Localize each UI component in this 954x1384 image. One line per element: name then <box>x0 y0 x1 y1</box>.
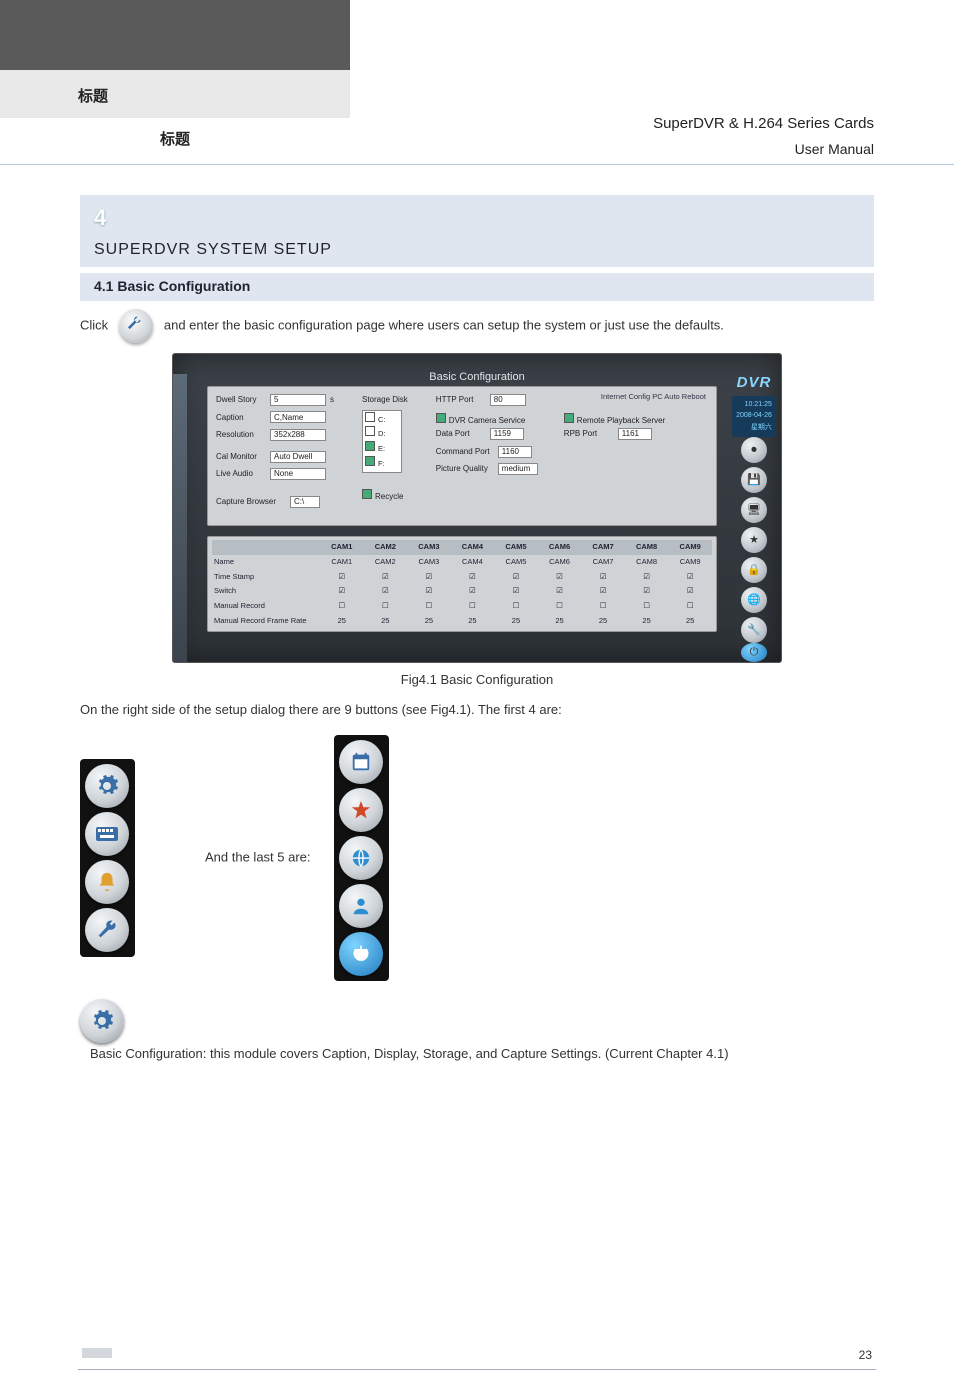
disk-icon[interactable]: 💾 <box>741 467 767 493</box>
header-label-1: 标题 <box>78 85 108 106</box>
dvr-service-check[interactable]: DVR Camera Service <box>436 413 538 428</box>
dwell-label: Dwell Story <box>216 393 266 407</box>
shot-tabs: Internet Config PC Auto Reboot <box>601 391 706 404</box>
drive-e[interactable]: E: <box>365 441 399 456</box>
shot-camera-grid: CAM1CAM2CAM3CAM4CAM5CAM6CAM7CAM8CAM9Name… <box>207 536 717 632</box>
brand-subtitle: User Manual <box>653 137 874 162</box>
prose-p3: Basic Configuration: this module covers … <box>90 1046 729 1061</box>
star2-icon <box>339 788 383 832</box>
globe2-icon <box>339 836 383 880</box>
capbrowse-field[interactable]: C:\ <box>290 496 320 508</box>
gear-icon <box>85 764 129 808</box>
calmon-label: Cal Monitor <box>216 450 266 464</box>
wrench-icon <box>119 309 153 343</box>
globe-icon[interactable]: 🌐 <box>741 587 767 613</box>
chapter-number: 4 <box>94 199 860 236</box>
drive-d[interactable]: D: <box>365 426 399 441</box>
liveaudio-label: Live Audio <box>216 467 266 481</box>
recycle-check[interactable]: Recycle <box>362 489 408 504</box>
resolution-label: Resolution <box>216 428 266 442</box>
section-heading: 4.1 Basic Configuration <box>80 273 874 301</box>
wrench2-icon <box>85 908 129 952</box>
rpbport-label: RPB Port <box>564 427 614 441</box>
calendar-icon <box>339 740 383 784</box>
picqual-label: Picture Quality <box>436 462 494 476</box>
http-label: HTTP Port <box>436 393 486 407</box>
section-title: 4.1 Basic Configuration <box>94 275 250 299</box>
capbrowse-label: Capture Browser <box>216 495 286 509</box>
lock-icon[interactable]: 🔒 <box>741 557 767 583</box>
figure-caption: Fig4.1 Basic Configuration <box>80 669 874 691</box>
resolution-field[interactable]: 352x288 <box>270 429 326 441</box>
section-intro: Click and enter the basic configuration … <box>80 309 874 343</box>
dataport-field[interactable]: 1159 <box>490 428 524 440</box>
keyboard-icon <box>85 812 129 856</box>
prose-p1: On the right side of the setup dialog th… <box>80 699 874 721</box>
drive-f[interactable]: F: <box>365 456 399 471</box>
page-number: 23 <box>859 1348 872 1362</box>
gear-standalone-icon <box>80 999 124 1043</box>
wrench-side-icon[interactable]: 🔧 <box>741 617 767 643</box>
dwell-field[interactable]: 5 <box>270 394 326 406</box>
basic-config-screenshot: Basic Configuration Internet Config PC A… <box>172 353 782 663</box>
intro-prefix: Click <box>80 317 115 332</box>
http-field[interactable]: 80 <box>490 394 526 406</box>
star-icon[interactable]: ★ <box>741 527 767 553</box>
footer-block <box>82 1348 112 1358</box>
picqual-field[interactable]: medium <box>498 463 538 475</box>
caption-label: Caption <box>216 411 266 425</box>
cmdport-field[interactable]: 1160 <box>498 446 532 458</box>
power-icon[interactable]: ⏻ <box>741 643 767 662</box>
brand-title: SuperDVR & H.264 Series Cards <box>653 110 874 137</box>
dwell-unit: s <box>330 393 334 407</box>
rpbport-field[interactable]: 1161 <box>618 428 652 440</box>
dataport-label: Data Port <box>436 427 486 441</box>
bell-icon <box>85 860 129 904</box>
calmon-field[interactable]: Auto Dwell <box>270 451 326 463</box>
header-label-2: 标题 <box>160 128 190 149</box>
dvr-logo: DVR <box>737 370 772 396</box>
screen-icon[interactable]: 🖥 <box>741 497 767 523</box>
icon-stack-2 <box>334 735 389 981</box>
remote-service-check[interactable]: Remote Playback Server <box>564 413 665 428</box>
shot-upper-panel: Internet Config PC Auto Reboot Dwell Sto… <box>207 386 717 526</box>
record-icon[interactable]: ⏺ <box>741 437 767 463</box>
chapter-heading: 4 SUPERDVR SYSTEM SETUP <box>80 195 874 267</box>
caption-field[interactable]: C,Name <box>270 411 326 423</box>
prose-p2: And the last 5 are: <box>205 850 311 865</box>
date-badge: 10:21:25 2008-04-26 星期六 <box>732 396 776 438</box>
drive-c[interactable]: C: <box>365 412 399 427</box>
storage-title: Storage Disk <box>362 393 408 407</box>
intro-suffix: and enter the basic configuration page w… <box>157 317 724 332</box>
cmdport-label: Command Port <box>436 445 494 459</box>
shot-title: Basic Configuration <box>429 368 524 387</box>
icon-stack-1 <box>80 759 135 957</box>
user-icon <box>339 884 383 928</box>
liveaudio-field[interactable]: None <box>270 468 326 480</box>
power2-icon <box>339 932 383 976</box>
chapter-title: SUPERDVR SYSTEM SETUP <box>94 236 860 263</box>
